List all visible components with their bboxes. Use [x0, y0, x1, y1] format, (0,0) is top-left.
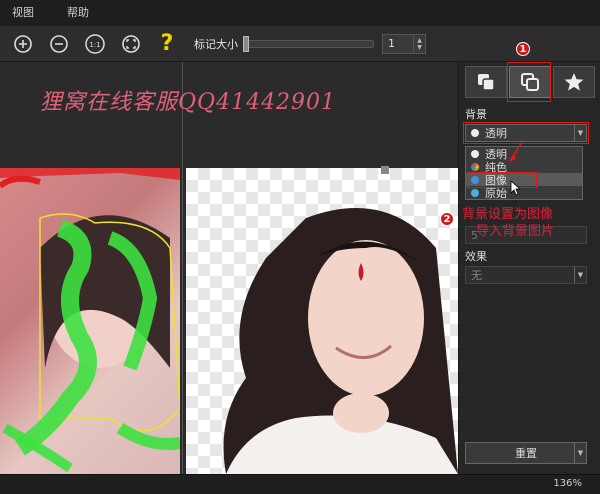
annotation-circle-2: 2	[440, 212, 454, 226]
effect-select[interactable]: 无 ▼	[465, 266, 587, 284]
toolbar: 1:1 ? 标记大小 1 ▲ ▼	[0, 26, 600, 62]
resize-handle[interactable]	[381, 166, 389, 174]
fit-screen-icon	[122, 34, 140, 53]
reset-button[interactable]: 重置 ▼	[465, 442, 587, 464]
annotation-arrow	[508, 141, 523, 162]
stepper-arrows[interactable]: ▲ ▼	[413, 34, 425, 53]
tab-layers[interactable]	[465, 66, 507, 98]
marker-size-slider-thumb[interactable]	[243, 35, 249, 52]
menu-help[interactable]: 帮助	[55, 0, 101, 26]
original-icon	[471, 188, 479, 197]
actual-size-button[interactable]: 1:1	[82, 31, 108, 57]
effect-label: 效果	[465, 250, 487, 263]
color-wheel-icon	[471, 162, 479, 171]
marker-size-slider[interactable]	[243, 35, 374, 52]
copy-layers-icon	[478, 74, 495, 91]
highlight-option-box	[467, 172, 537, 188]
annotation-note: 背景设置为图像 导入背景图片	[462, 206, 600, 240]
zoom-in-icon	[14, 34, 32, 53]
marker-size-stepper[interactable]: 1 ▲ ▼	[382, 33, 426, 54]
watermark-text: 狸窝在线客服QQ41442901	[40, 90, 337, 115]
marker-size-value[interactable]: 1	[383, 37, 413, 50]
help-button[interactable]: ?	[154, 31, 180, 57]
transparent-dot-icon	[471, 149, 479, 158]
background-label: 背景	[465, 108, 487, 121]
actual-size-label: 1:1	[89, 41, 100, 49]
annotation-note-line1: 背景设置为图像	[462, 207, 554, 222]
menu-view[interactable]: 视图	[0, 0, 55, 26]
original-image[interactable]	[0, 168, 181, 474]
chevron-down-icon[interactable]: ▼	[574, 443, 586, 463]
help-icon: ?	[160, 31, 174, 56]
menu-bar: 视图 帮助	[0, 0, 600, 26]
zoom-out-icon	[50, 34, 68, 53]
annotation-circle-1: 1	[516, 42, 530, 56]
status-bar: 136%	[0, 474, 600, 494]
tab-effects[interactable]	[553, 66, 595, 98]
canvas-area[interactable]: 狸窝在线客服QQ41442901	[0, 62, 458, 474]
star-icon	[564, 73, 584, 91]
actual-size-icon: 1:1	[85, 33, 105, 54]
zoom-in-button[interactable]	[10, 31, 36, 57]
fit-screen-button[interactable]	[118, 31, 144, 57]
reset-label: 重置	[515, 447, 537, 460]
chevron-down-icon[interactable]: ▼	[574, 267, 586, 283]
marker-size-label: 标记大小	[194, 37, 238, 51]
mouse-cursor-icon	[510, 180, 522, 196]
highlight-tab-box	[507, 62, 551, 102]
zoom-level: 136%	[553, 478, 582, 489]
split-divider[interactable]	[182, 62, 183, 474]
cutout-figure	[223, 208, 458, 474]
settings-panel: 1 背景 透明 ▼ 透明 纯色 图像 原始 5 效果 无 ▼ 重置 ▼	[458, 42, 600, 474]
result-preview[interactable]	[186, 168, 458, 474]
mask-overlay	[0, 168, 181, 473]
zoom-out-button[interactable]	[46, 31, 72, 57]
annotation-note-line2: 导入背景图片	[476, 224, 555, 239]
effect-selected-value: 无	[471, 269, 482, 282]
